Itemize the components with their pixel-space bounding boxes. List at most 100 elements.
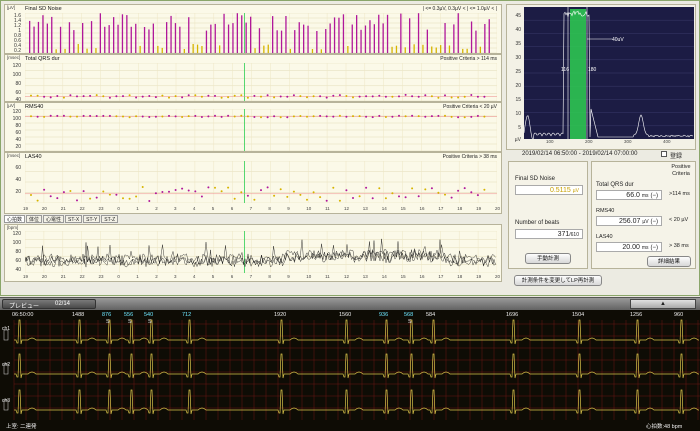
trend-point	[365, 95, 368, 98]
qrs-result-value: 66.0	[626, 192, 640, 199]
trend-point	[135, 115, 138, 118]
hour-tick-label: 2	[155, 206, 158, 211]
trend-point	[148, 200, 151, 202]
rr-interval-label: 1504	[572, 312, 585, 318]
trend-point	[279, 188, 282, 191]
trend-point	[187, 115, 190, 118]
noise-bar	[82, 23, 84, 53]
hour-tick-label: 1	[136, 274, 139, 279]
noise-bar	[333, 17, 336, 53]
hour-tick-label: 21	[60, 274, 66, 279]
rr-interval-label: 1920	[274, 312, 287, 318]
qrs-window-band	[570, 9, 586, 139]
noise-value-unit: µV	[572, 188, 579, 194]
noise-bar	[152, 23, 154, 53]
trend-point	[240, 191, 243, 194]
noise-bar	[68, 22, 71, 53]
rr-interval-label: 556	[124, 312, 134, 318]
tab-body-position[interactable]: 体位	[26, 215, 43, 223]
hour-tick-label: 9	[287, 206, 290, 211]
trend-point	[358, 195, 361, 198]
recalc-lp-button[interactable]: 計測条件を変更してLP再計測	[514, 275, 602, 286]
trend-point	[260, 116, 262, 119]
rr-interval-label: 1696	[506, 312, 519, 318]
noise-bar	[174, 23, 177, 53]
noise-bar	[263, 45, 265, 53]
noise-bar	[417, 13, 420, 53]
trend-point	[365, 186, 368, 189]
marker-label-a: 116	[561, 67, 569, 73]
hour-tick-label: 6	[230, 206, 234, 211]
noise-bar	[99, 13, 101, 53]
qrs-yaxis: 120 100 80 60 40	[12, 63, 21, 103]
rr-interval-label: 712	[182, 312, 192, 318]
tab-st-z[interactable]: ST-Z	[101, 215, 119, 223]
trend-point	[56, 95, 59, 97]
noise-bar	[108, 25, 110, 53]
detail-results-button[interactable]: 詳細結果	[647, 256, 691, 267]
hour-tick-label: 11	[325, 206, 330, 211]
trend-point	[332, 94, 335, 97]
noise-bar	[179, 26, 181, 53]
trend-point	[207, 186, 210, 189]
noise-bar	[166, 22, 168, 53]
heart-rate-trend-panel: [bpm] 120 100 80 60 40 19 20 21 22 23 0 1 2 3 4 5 6…	[4, 224, 502, 282]
hour-tick-label: 13	[362, 274, 368, 279]
tab-heart-rate[interactable]: 心拍数	[4, 215, 26, 223]
trend-point	[76, 115, 78, 118]
noise-bar	[448, 45, 451, 53]
las-result-label: LAS40	[596, 234, 613, 240]
register-checkbox[interactable]	[661, 151, 667, 157]
trend-point	[398, 195, 400, 198]
tab-st-y[interactable]: ST-Y	[83, 215, 101, 223]
trend-point	[227, 186, 230, 189]
trend-point	[378, 114, 381, 117]
trend-point	[233, 94, 236, 97]
noise-bar	[386, 14, 389, 53]
hour-tick-label: 5	[211, 274, 215, 279]
trend-point	[299, 95, 302, 98]
trend-point	[76, 199, 78, 202]
tab-ecg-type[interactable]: 心電性	[43, 215, 65, 223]
noise-bar	[488, 19, 490, 53]
trend-point	[391, 115, 394, 118]
trend-point	[404, 93, 407, 96]
trend-point	[194, 190, 197, 193]
trend-point	[82, 190, 85, 193]
noise-bar	[325, 29, 327, 53]
noise-bar	[484, 24, 486, 53]
lp-results-box: Positive Criteria Total QRS dur 66.0 ms …	[591, 161, 696, 269]
hour-tick-label: 16	[419, 206, 425, 211]
trend-point	[95, 196, 98, 199]
trend-point	[319, 95, 322, 98]
trend-point	[207, 94, 210, 97]
trend-point	[384, 197, 387, 200]
trend-point	[36, 199, 39, 202]
rms-result-sign: (−)	[650, 219, 659, 225]
rr-interval-label: 1256	[630, 312, 643, 318]
trend-point	[135, 195, 138, 198]
noise-bar	[29, 20, 31, 53]
manual-measure-button[interactable]: 手動計測	[525, 253, 571, 264]
hour-tick-label: 4	[192, 206, 196, 211]
noise-bar	[95, 48, 97, 53]
collapse-button[interactable]: ▲	[630, 299, 696, 309]
noise-bar	[170, 15, 172, 53]
trend-point	[260, 95, 262, 98]
noise-bar	[347, 46, 349, 53]
hour-tick-label: 19	[23, 274, 29, 279]
hour-tick-label: 23	[98, 206, 104, 211]
noise-bar	[143, 27, 146, 53]
tab-st-x[interactable]: ST-X	[65, 215, 83, 223]
trend-point	[43, 188, 46, 191]
noise-bar	[59, 26, 62, 53]
trend-point	[62, 114, 65, 117]
ecg-trace	[14, 319, 699, 345]
trend-point	[43, 115, 46, 118]
rr-interval-label: 1560	[339, 312, 352, 318]
preview-tab[interactable]: プレビュー 02/14	[2, 299, 96, 310]
trend-point	[102, 114, 105, 117]
hour-tick-label: 7	[249, 206, 253, 211]
noise-bar	[285, 16, 287, 53]
noise-bar	[196, 44, 199, 53]
